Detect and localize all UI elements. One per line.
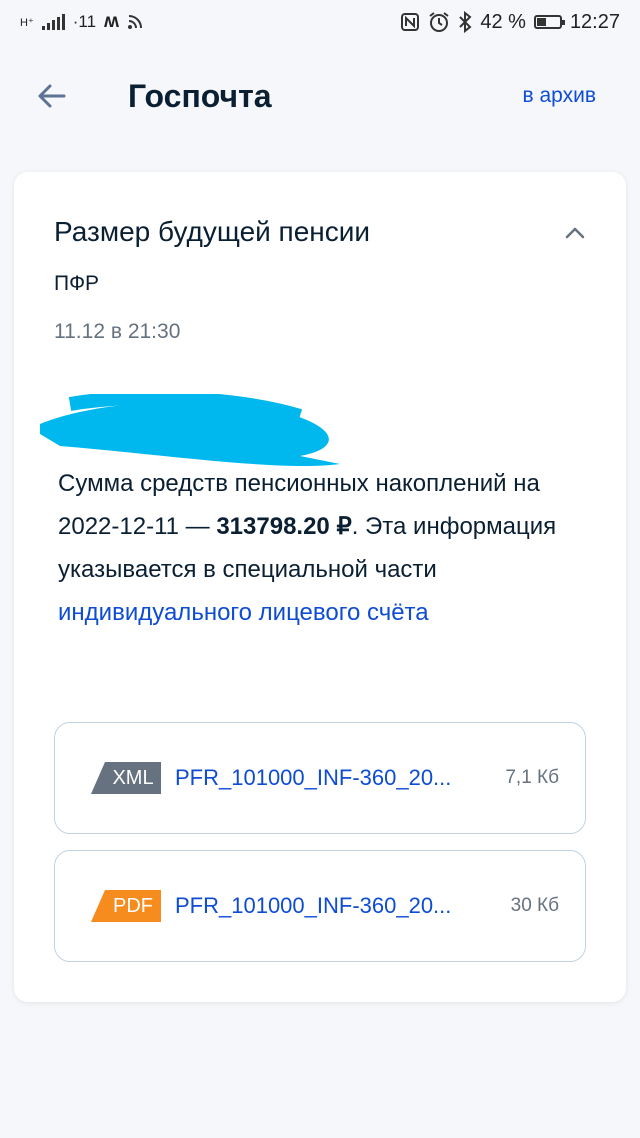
status-bar-right: 42 % 12:27 [400,11,620,34]
attachment-pdf[interactable]: PDF PFR_101000_INF-360_20... 30 Кб [54,850,586,962]
attachment-name: PFR_101000_INF-360_20... [175,765,452,790]
message-sender: ПФР [54,272,100,295]
app-header: Госпочта в архив [0,60,640,132]
battery-icon [533,15,565,29]
message-date: 11.12 в 21:30 [54,320,181,343]
status-bar: H⁺ ·11 ʍ 42 % 12:27 [0,0,640,44]
pension-amount: 313798.20 ₽ [216,513,352,540]
status-bar-left: H⁺ ·11 ʍ [20,11,143,33]
signal-label: ·11 [72,12,97,31]
signal-icon [41,14,65,30]
back-button[interactable] [30,74,74,118]
pdf-file-icon: PDF [91,890,161,922]
message-body: Сумма средств пенсионных накоплений на 2… [58,462,598,634]
archive-button[interactable]: в архив [523,84,597,108]
attachment-size: 30 Кб [510,895,559,916]
clock: 12:27 [569,10,620,33]
battery-percent: 42 % [480,10,526,33]
message-title: Размер будущей пенсии [54,216,371,247]
chevron-up-icon [565,227,585,239]
collapse-button[interactable] [560,218,590,248]
m-icon: ʍ [104,11,119,32]
message-card: Размер будущей пенсии ПФР 11.12 в 21:30 … [14,172,626,1002]
network-type-label: H⁺ [20,16,34,29]
bluetooth-icon [459,11,472,33]
attachment-name: PFR_101000_INF-360_20... [175,893,452,918]
attachment-size: 7,1 Кб [505,767,559,788]
personal-account-link[interactable]: индивидуального лицевого счёта [58,599,429,626]
page-title: Госпочта [128,77,272,114]
attachment-xml[interactable]: XML PFR_101000_INF-360_20... 7,1 Кб [54,722,586,834]
xml-file-icon: XML [91,762,161,794]
alarm-icon [429,12,449,32]
arrow-left-icon [38,84,66,108]
nfc-icon [401,13,420,31]
wifi-icon [127,15,142,29]
